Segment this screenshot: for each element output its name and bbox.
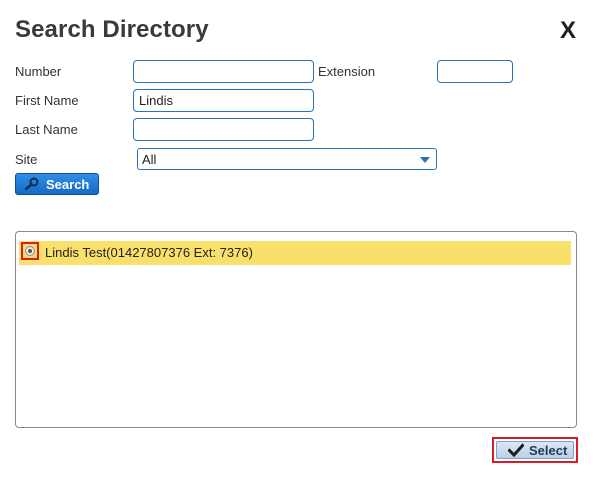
search-icon <box>24 177 39 191</box>
select-button-highlight[interactable]: Select <box>492 437 578 463</box>
chevron-down-icon <box>420 157 430 163</box>
radio-selected-dot <box>28 249 32 253</box>
number-field[interactable] <box>133 60 314 83</box>
number-label: Number <box>15 64 62 79</box>
site-select-value: All <box>142 152 157 167</box>
result-label: Lindis Test(01427807376 Ext: 7376) <box>45 245 253 260</box>
last-name-label: Last Name <box>15 122 78 137</box>
list-item[interactable]: Lindis Test(01427807376 Ext: 7376) <box>19 241 571 265</box>
result-radio[interactable] <box>25 246 35 256</box>
select-button-label: Select <box>529 443 568 458</box>
result-radio-highlight[interactable] <box>21 242 39 260</box>
checkmark-icon <box>508 443 524 457</box>
close-button[interactable]: X <box>557 18 579 44</box>
select-button[interactable]: Select <box>496 441 574 459</box>
search-button-label: Search <box>46 177 90 192</box>
site-label: Site <box>15 152 38 167</box>
extension-label: Extension <box>318 64 376 79</box>
dialog-title: Search Directory <box>15 16 209 43</box>
last-name-field[interactable] <box>133 118 314 141</box>
first-name-field[interactable] <box>133 89 314 112</box>
results-list: Lindis Test(01427807376 Ext: 7376) <box>15 231 577 428</box>
site-select[interactable]: All <box>137 148 437 170</box>
first-name-label: First Name <box>15 93 79 108</box>
extension-field[interactable] <box>437 60 513 83</box>
search-button[interactable]: Search <box>15 173 99 195</box>
